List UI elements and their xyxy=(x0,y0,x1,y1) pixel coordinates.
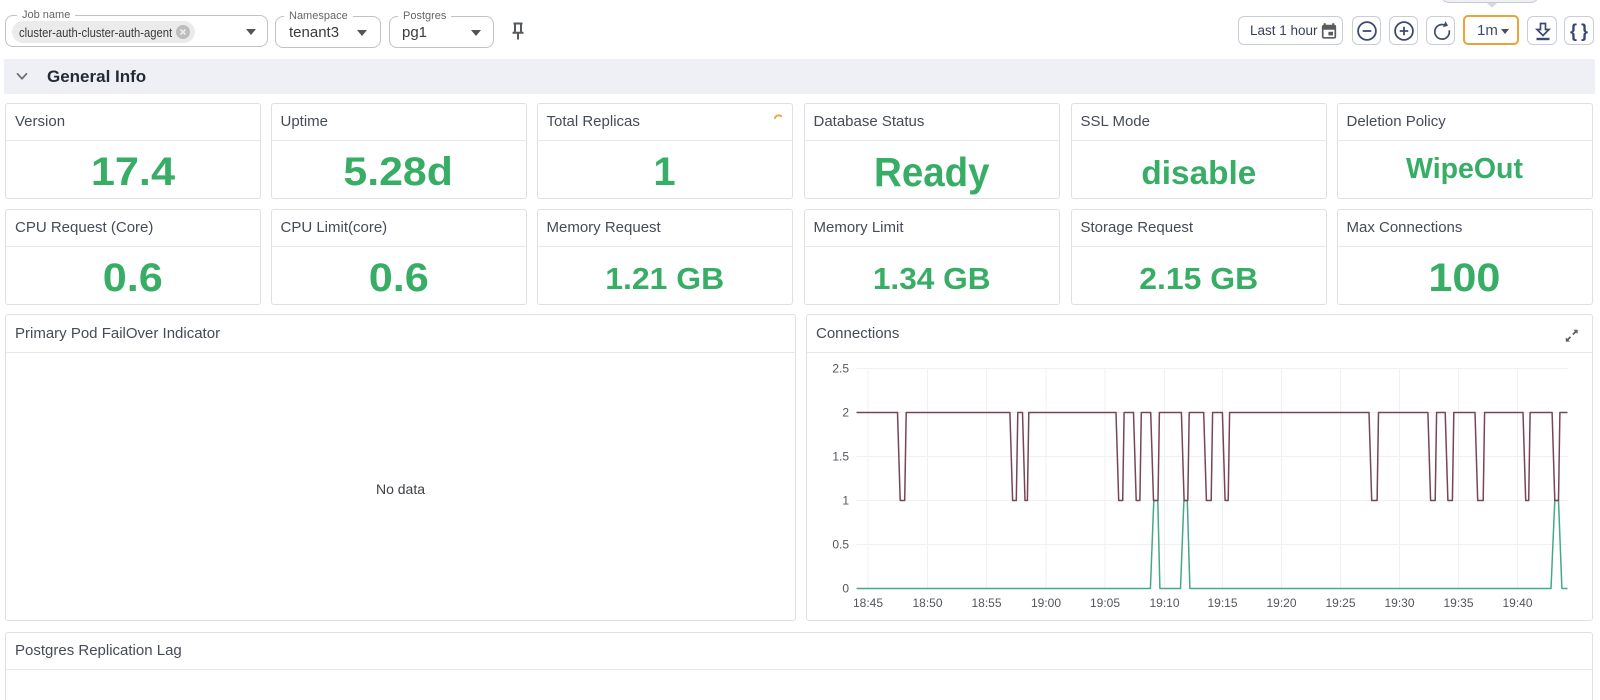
svg-text:0: 0 xyxy=(842,582,849,596)
svg-text:2: 2 xyxy=(842,406,849,420)
svg-text:19:40: 19:40 xyxy=(1502,596,1532,610)
svg-text:19:05: 19:05 xyxy=(1090,596,1120,610)
svg-text:18:55: 18:55 xyxy=(971,596,1001,610)
svg-text:19:10: 19:10 xyxy=(1149,596,1179,610)
svg-text:19:00: 19:00 xyxy=(1031,596,1061,610)
svg-text:18:50: 18:50 xyxy=(912,596,942,610)
svg-text:1.5: 1.5 xyxy=(832,450,849,464)
svg-text:2.5: 2.5 xyxy=(832,362,849,376)
svg-text:18:45: 18:45 xyxy=(853,596,883,610)
svg-text:19:15: 19:15 xyxy=(1207,596,1237,610)
svg-text:19:35: 19:35 xyxy=(1443,596,1473,610)
svg-text:0.5: 0.5 xyxy=(832,538,849,552)
svg-text:19:30: 19:30 xyxy=(1384,596,1414,610)
svg-text:1: 1 xyxy=(842,494,849,508)
svg-text:19:25: 19:25 xyxy=(1325,596,1355,610)
svg-text:19:20: 19:20 xyxy=(1266,596,1296,610)
